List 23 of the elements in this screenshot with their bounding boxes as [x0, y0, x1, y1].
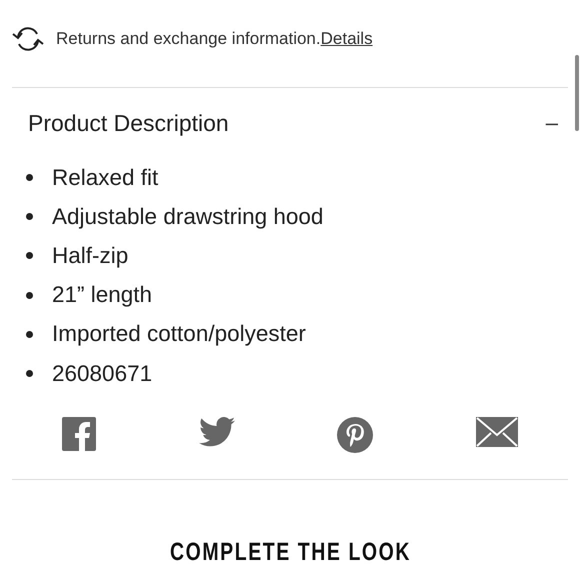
- description-item: 21” length: [52, 282, 152, 308]
- email-icon[interactable]: [476, 417, 518, 448]
- bullet-icon: [26, 213, 33, 220]
- section-title: COMPLETE THE LOOK: [170, 538, 410, 568]
- description-item: Half-zip: [52, 242, 128, 269]
- section-heading: Product Description: [28, 110, 229, 136]
- scrollbar[interactable]: [575, 55, 579, 131]
- collapse-toggle[interactable]: –: [546, 110, 558, 136]
- description-item: Adjustable drawstring hood: [52, 204, 324, 230]
- bullet-icon: [26, 370, 33, 378]
- pinterest-icon[interactable]: [337, 417, 374, 454]
- bullet-icon: [26, 292, 33, 299]
- description-item: Relaxed fit: [52, 164, 158, 191]
- description-item: Imported cotton/polyester: [52, 321, 306, 348]
- twitter-icon[interactable]: [198, 417, 235, 448]
- description-item: 26080671: [52, 360, 152, 387]
- bullet-icon: [26, 252, 33, 260]
- refresh-icon: [12, 26, 44, 52]
- details-link[interactable]: Details: [320, 29, 373, 49]
- facebook-icon[interactable]: [62, 417, 96, 452]
- returns-text: Returns and exchange information.: [56, 29, 321, 49]
- bullet-icon: [26, 174, 33, 182]
- bullet-icon: [26, 330, 33, 338]
